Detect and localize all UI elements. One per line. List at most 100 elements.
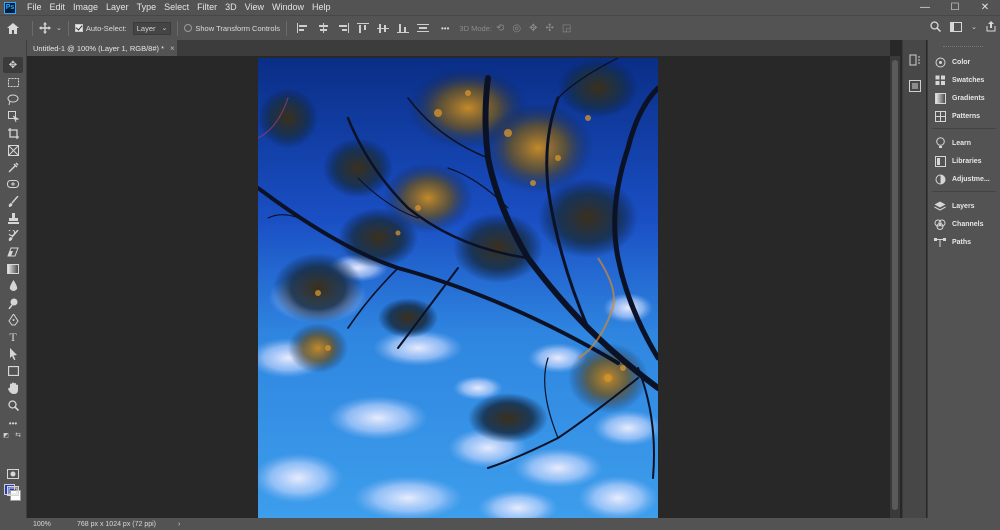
quick-mask-icon[interactable] bbox=[3, 466, 23, 482]
align-middle-v-icon[interactable] bbox=[377, 23, 389, 33]
chevron-down-icon[interactable]: ⌄ bbox=[971, 23, 977, 31]
menu-edit[interactable]: Edit bbox=[46, 0, 70, 15]
move-tool-preset-icon[interactable] bbox=[39, 22, 53, 34]
search-icon[interactable] bbox=[930, 21, 942, 32]
marquee-tool-icon[interactable] bbox=[3, 74, 23, 90]
zoom-level[interactable]: 100% bbox=[33, 521, 65, 528]
menu-help[interactable]: Help bbox=[308, 0, 335, 15]
move-tool-icon[interactable]: ✥ bbox=[3, 57, 23, 73]
brush-tool-icon[interactable] bbox=[3, 193, 23, 209]
color-wheel-icon bbox=[934, 56, 946, 68]
zoom-tool-icon[interactable] bbox=[3, 397, 23, 413]
lasso-tool-icon[interactable] bbox=[3, 91, 23, 107]
auto-select-checkbox[interactable] bbox=[74, 24, 83, 32]
panel-layers[interactable]: Layers bbox=[928, 198, 1000, 214]
properties-panel-icon[interactable] bbox=[906, 78, 924, 94]
eyedropper-tool-icon[interactable] bbox=[3, 159, 23, 175]
eraser-tool-icon[interactable] bbox=[3, 244, 23, 260]
document-tab[interactable]: Untitled-1 @ 100% (Layer 1, RGB/8#) * × bbox=[27, 40, 177, 56]
chevron-down-icon[interactable]: ⌄ bbox=[56, 24, 62, 32]
panel-patterns[interactable]: Patterns bbox=[928, 108, 1000, 124]
distribute-icon[interactable] bbox=[417, 23, 429, 33]
panel-adjustments-label: Adjustme... bbox=[952, 175, 990, 183]
minimize-button[interactable]: — bbox=[910, 0, 940, 15]
panel-gradients[interactable]: Gradients bbox=[928, 90, 1000, 106]
panel-paths-label: Paths bbox=[952, 238, 972, 246]
3d-orbit-icon[interactable]: ⟲ bbox=[496, 23, 504, 34]
close-tab-icon[interactable]: × bbox=[170, 44, 175, 53]
close-button[interactable]: ✕ bbox=[970, 0, 1000, 15]
more-options-button[interactable]: ••• bbox=[441, 24, 449, 33]
library-icon bbox=[934, 155, 946, 167]
hand-tool-icon[interactable] bbox=[3, 380, 23, 396]
separator bbox=[177, 20, 179, 36]
history-brush-tool-icon[interactable] bbox=[3, 227, 23, 243]
menu-type[interactable]: Type bbox=[133, 0, 161, 15]
menu-view[interactable]: View bbox=[241, 0, 268, 15]
panel-adjustments[interactable]: Adjustme... bbox=[928, 171, 1000, 187]
panel-color-label: Color bbox=[952, 58, 971, 66]
rectangle-tool-icon[interactable] bbox=[3, 363, 23, 379]
type-tool-icon[interactable]: T bbox=[3, 329, 23, 345]
gradient-tool-icon[interactable] bbox=[3, 261, 23, 277]
blur-tool-icon[interactable] bbox=[3, 278, 23, 294]
auto-select-target-dropdown[interactable]: Layer ⌄ bbox=[132, 21, 172, 35]
3d-scale-icon[interactable]: ◲ bbox=[562, 23, 571, 34]
panel-swatches[interactable]: Swatches bbox=[928, 72, 1000, 88]
document-tab-bar: Untitled-1 @ 100% (Layer 1, RGB/8#) * × bbox=[27, 40, 890, 56]
home-icon[interactable] bbox=[0, 22, 26, 34]
canvas-area[interactable] bbox=[27, 56, 890, 520]
menu-filter[interactable]: Filter bbox=[193, 0, 221, 15]
menu-select[interactable]: Select bbox=[160, 0, 193, 15]
align-center-h-icon[interactable] bbox=[317, 23, 329, 33]
swatches-grid-icon bbox=[934, 74, 946, 86]
share-icon[interactable] bbox=[986, 21, 996, 32]
panel-grip[interactable] bbox=[943, 46, 983, 48]
3d-pan-icon[interactable]: ✥ bbox=[529, 23, 537, 34]
maximize-button[interactable]: ☐ bbox=[940, 0, 970, 15]
menu-image[interactable]: Image bbox=[69, 0, 102, 15]
panel-libraries[interactable]: Libraries bbox=[928, 153, 1000, 169]
menu-window[interactable]: Window bbox=[268, 0, 308, 15]
swap-colors-icon[interactable]: ⇆ bbox=[13, 431, 23, 439]
align-left-icon[interactable] bbox=[297, 23, 309, 33]
vertical-scroll-thumb[interactable] bbox=[892, 60, 898, 510]
align-right-icon[interactable] bbox=[337, 23, 349, 33]
channels-icon bbox=[934, 218, 946, 230]
panel-channels[interactable]: Channels bbox=[928, 216, 1000, 232]
history-panel-icon[interactable] bbox=[906, 52, 924, 68]
document-canvas-image[interactable] bbox=[258, 58, 658, 520]
status-menu-arrow-icon[interactable]: › bbox=[178, 521, 180, 528]
panel-learn[interactable]: Learn bbox=[928, 135, 1000, 151]
align-top-icon[interactable] bbox=[357, 23, 369, 33]
menu-file[interactable]: File bbox=[23, 0, 46, 15]
dodge-tool-icon[interactable] bbox=[3, 295, 23, 311]
default-colors-icon[interactable]: ◩ bbox=[1, 431, 11, 439]
healing-brush-tool-icon[interactable] bbox=[3, 176, 23, 192]
frame-tool-icon[interactable] bbox=[3, 142, 23, 158]
status-bar: 100% 768 px x 1024 px (72 ppi) › bbox=[0, 518, 1000, 530]
pen-tool-icon[interactable] bbox=[3, 312, 23, 328]
menu-layer[interactable]: Layer bbox=[102, 0, 133, 15]
3d-roll-icon[interactable]: ◎ bbox=[512, 23, 521, 34]
show-transform-checkbox[interactable] bbox=[184, 24, 193, 32]
panel-color[interactable]: Color bbox=[928, 54, 1000, 70]
menu-3d[interactable]: 3D bbox=[221, 0, 241, 15]
object-select-tool-icon[interactable] bbox=[3, 108, 23, 124]
chevron-down-icon: ⌄ bbox=[161, 25, 168, 32]
crop-tool-icon[interactable] bbox=[3, 125, 23, 141]
tools-panel: ✥ T ••• ◩ ⇆ bbox=[0, 40, 27, 518]
vertical-scrollbar[interactable] bbox=[890, 56, 900, 518]
edit-toolbar-icon[interactable]: ••• bbox=[3, 415, 23, 431]
workspace-icon[interactable] bbox=[950, 21, 963, 32]
screen-mode-icon[interactable] bbox=[3, 483, 23, 499]
3d-slide-icon[interactable]: ✣ bbox=[545, 23, 553, 34]
separator bbox=[32, 20, 33, 36]
document-tab-title: Untitled-1 @ 100% (Layer 1, RGB/8#) * bbox=[33, 43, 165, 53]
path-selection-tool-icon[interactable] bbox=[3, 346, 23, 362]
panel-gradients-label: Gradients bbox=[952, 94, 985, 102]
panel-paths[interactable]: Paths bbox=[928, 234, 1000, 250]
stamp-tool-icon[interactable] bbox=[3, 210, 23, 226]
align-bottom-icon[interactable] bbox=[397, 23, 409, 33]
photoshop-logo: Ps bbox=[4, 1, 16, 14]
